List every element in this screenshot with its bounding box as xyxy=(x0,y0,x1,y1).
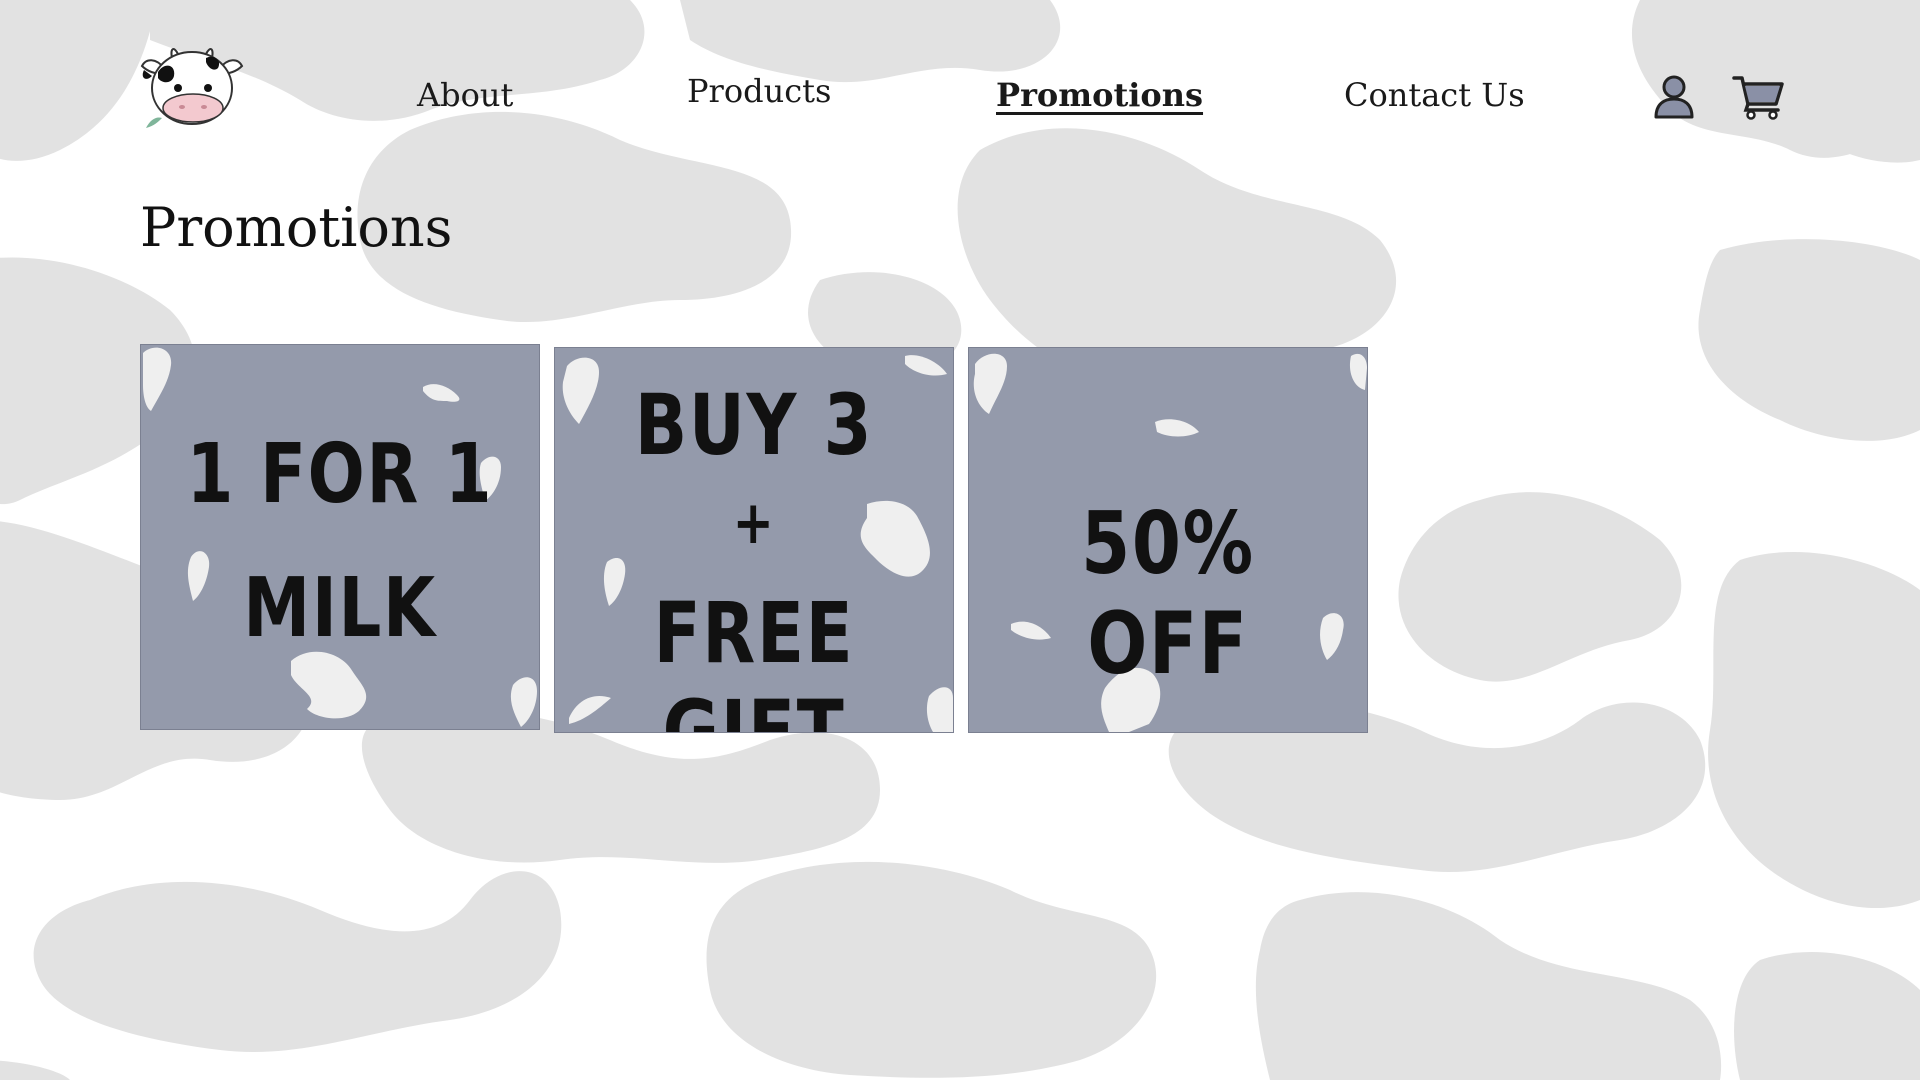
nav-products[interactable]: Products xyxy=(687,72,831,110)
user-icon[interactable] xyxy=(1652,74,1696,120)
shopping-cart-icon[interactable] xyxy=(1732,74,1784,120)
promo-text-line: FREE GIFT xyxy=(653,584,855,733)
promo-text-line: 1 FOR 1 xyxy=(186,427,494,522)
nav-about[interactable]: About xyxy=(417,76,513,114)
promo-card-1-for-1-milk[interactable]: 1 FOR 1 MILK xyxy=(140,344,540,730)
page-title: Promotions xyxy=(140,196,453,259)
cow-head-logo[interactable] xyxy=(136,44,248,136)
promo-card-buy-3-free-gift[interactable]: BUY 3 + FREE GIFT xyxy=(554,347,954,733)
promo-text-line: + xyxy=(732,488,776,558)
promo-text-line: 50% OFF xyxy=(1081,494,1255,694)
site-header: About Products Promotions Contact Us xyxy=(0,0,1920,160)
promo-text-line: BUY 3 xyxy=(634,376,874,474)
promo-text-line: MILK xyxy=(243,561,437,656)
promo-card-50-off[interactable]: 50% OFF xyxy=(968,347,1368,733)
nav-contact-us[interactable]: Contact Us xyxy=(1344,76,1525,114)
cow-spots-decoration xyxy=(143,347,537,727)
nav-promotions[interactable]: Promotions xyxy=(996,76,1203,114)
